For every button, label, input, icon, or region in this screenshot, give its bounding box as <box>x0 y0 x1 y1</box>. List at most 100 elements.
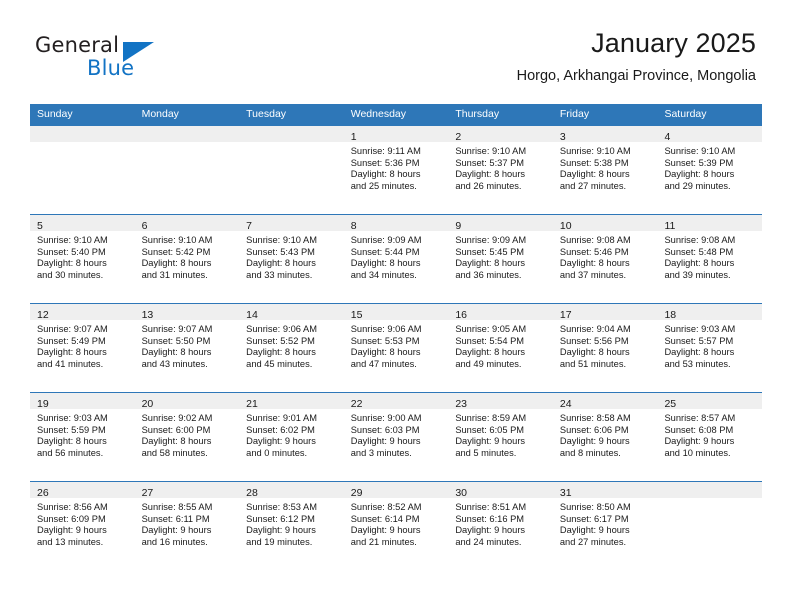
calendar-day-cell[interactable]: 2 Sunrise: 9:10 AM Sunset: 5:37 PM Daylight… <box>448 126 553 214</box>
calendar-day-cell[interactable]: 31 Sunrise: 8:50 AM Sunset: 6:17 PM Dayligh… <box>552 482 658 570</box>
calendar-day-cell[interactable]: 6 Sunrise: 9:10 AM Sunset: 5:42 PM Daylight… <box>134 215 240 303</box>
day-detail-line: and 13 minutes. <box>37 536 104 547</box>
calendar-day-cell[interactable]: 28 Sunrise: 8:53 AM Sunset: 6:12 PM Dayligh… <box>239 482 344 570</box>
calendar-day-cell[interactable]: 12 Sunrise: 9:07 AM Sunset: 5:49 PM Dayligh… <box>30 304 135 392</box>
day-detail-line: Daylight: 8 hours <box>141 436 212 447</box>
day-number: 26 <box>37 487 49 499</box>
day-number: 17 <box>559 309 572 321</box>
day-number: 28 <box>246 487 258 499</box>
day-detail-line: and 5 minutes. <box>455 447 517 458</box>
calendar-day-cell[interactable]: 7 Sunrise: 9:10 AM Sunset: 5:43 PM Daylight… <box>239 215 344 303</box>
day-detail-line: and 16 minutes. <box>141 536 208 547</box>
calendar-day-cell[interactable]: 22 Sunrise: 9:00 AM Sunset: 6:03 PM Dayligh… <box>343 393 449 481</box>
day-detail-line: Sunset: 5:59 PM <box>37 424 106 435</box>
day-number: 25 <box>664 398 677 410</box>
day-number: 11 <box>664 220 676 232</box>
calendar-day-cell[interactable]: 26 Sunrise: 8:56 AM Sunset: 6:09 PM Dayligh… <box>30 482 135 570</box>
day-detail-line: Daylight: 9 hours <box>559 525 630 536</box>
calendar-day-cell[interactable]: 29 Sunrise: 8:52 AM Sunset: 6:14 PM Dayligh… <box>343 482 449 570</box>
day-details: Sunrise: 9:10 AM Sunset: 5:38 PM Daylight:… <box>553 142 658 192</box>
day-detail-line: Daylight: 9 hours <box>141 525 212 536</box>
day-detail-line: Sunset: 5:44 PM <box>350 246 420 257</box>
page-title: January 2025 <box>591 28 756 58</box>
day-number-bar: 14 <box>239 304 344 321</box>
calendar-day-cell[interactable]: 13 Sunrise: 9:07 AM Sunset: 5:50 PM Dayligh… <box>134 304 240 392</box>
day-detail-line: Sunset: 5:57 PM <box>664 335 734 346</box>
day-number: 12 <box>37 309 49 321</box>
calendar-day-cell[interactable]: 8 Sunrise: 9:09 AM Sunset: 5:44 PM Daylight… <box>343 215 449 303</box>
day-detail-line: Sunrise: 9:09 AM <box>455 235 527 245</box>
day-details: Sunrise: 9:06 AM Sunset: 5:53 PM Daylight:… <box>344 320 449 370</box>
calendar-day-cell[interactable]: 24 Sunrise: 8:58 AM Sunset: 6:06 PM Dayligh… <box>552 393 658 481</box>
day-detail-line: Daylight: 8 hours <box>37 347 107 358</box>
calendar-day-cell[interactable]: 14 Sunrise: 9:06 AM Sunset: 5:52 PM Dayligh… <box>239 304 344 392</box>
day-detail-line: Sunset: 5:36 PM <box>350 157 420 168</box>
day-detail-line: Sunrise: 8:57 AM <box>664 413 736 423</box>
day-detail-line: Sunrise: 8:51 AM <box>455 502 527 512</box>
day-detail-line: Sunset: 6:09 PM <box>37 513 106 524</box>
day-details: Sunrise: 8:59 AM Sunset: 6:05 PM Daylight:… <box>448 409 553 459</box>
day-number: 3 <box>559 131 566 143</box>
calendar-day-cell[interactable]: 19 Sunrise: 9:03 AM Sunset: 5:59 PM Dayligh… <box>30 393 135 481</box>
calendar-day-cell[interactable]: 30 Sunrise: 8:51 AM Sunset: 6:16 PM Dayligh… <box>448 482 553 570</box>
day-detail-line: and 0 minutes. <box>246 447 308 458</box>
day-number-bar <box>657 482 763 498</box>
day-number-bar: 15 <box>343 304 449 321</box>
calendar-day-cell[interactable]: 20 Sunrise: 9:02 AM Sunset: 6:00 PM Dayligh… <box>134 393 240 481</box>
day-number: 13 <box>141 309 154 321</box>
day-details: Sunrise: 9:10 AM Sunset: 5:42 PM Daylight:… <box>135 231 240 281</box>
day-number-bar: 20 <box>134 393 240 410</box>
day-detail-line: Sunset: 5:45 PM <box>455 246 525 257</box>
calendar-day-cell[interactable]: 23 Sunrise: 8:59 AM Sunset: 6:05 PM Dayligh… <box>448 393 553 481</box>
day-number-bar: 22 <box>343 393 449 410</box>
day-detail-line: Sunrise: 9:07 AM <box>141 324 213 334</box>
calendar-day-cell[interactable]: 3 Sunrise: 9:10 AM Sunset: 5:38 PM Daylight… <box>552 126 658 214</box>
day-detail-line: Sunset: 6:11 PM <box>141 513 210 524</box>
calendar-day-cell[interactable]: 1 Sunrise: 9:11 AM Sunset: 5:36 PM Daylight… <box>343 126 449 214</box>
calendar-day-cell[interactable]: 17 Sunrise: 9:04 AM Sunset: 5:56 PM Dayligh… <box>552 304 658 392</box>
day-detail-line: Daylight: 8 hours <box>246 258 316 269</box>
day-detail-line: and 25 minutes. <box>350 180 417 191</box>
calendar-day-cell[interactable]: 10 Sunrise: 9:08 AM Sunset: 5:46 PM Dayligh… <box>552 215 658 303</box>
calendar-day-cell[interactable]: 27 Sunrise: 8:55 AM Sunset: 6:11 PM Dayligh… <box>134 482 240 570</box>
day-detail-line: Sunset: 6:02 PM <box>246 424 315 435</box>
day-detail-line: Sunset: 5:50 PM <box>141 335 211 346</box>
day-detail-line: Sunrise: 9:08 AM <box>664 235 736 245</box>
day-detail-line: Daylight: 8 hours <box>350 347 421 358</box>
calendar-day-cell[interactable]: 9 Sunrise: 9:09 AM Sunset: 5:45 PM Daylight… <box>448 215 553 303</box>
day-detail-line: Daylight: 8 hours <box>37 258 107 269</box>
day-detail-line: Sunrise: 9:06 AM <box>350 324 422 334</box>
day-detail-line: and 33 minutes. <box>246 269 313 280</box>
calendar-day-cell[interactable]: 11 Sunrise: 9:08 AM Sunset: 5:48 PM Dayligh… <box>657 215 763 303</box>
day-detail-line: Daylight: 8 hours <box>141 258 212 269</box>
calendar-day-cell[interactable]: 18 Sunrise: 9:03 AM Sunset: 5:57 PM Dayligh… <box>657 304 763 392</box>
day-number: 7 <box>246 220 252 232</box>
day-details: Sunrise: 9:06 AM Sunset: 5:52 PM Daylight:… <box>239 320 344 370</box>
day-number: 29 <box>350 487 363 499</box>
generalblue-logo[interactable]: General Blue <box>35 33 205 85</box>
calendar-week-row: 26 Sunrise: 8:56 AM Sunset: 6:09 PM Dayligh… <box>30 481 763 570</box>
day-details: Sunrise: 9:07 AM Sunset: 5:49 PM Daylight:… <box>30 320 135 370</box>
day-number: 15 <box>350 309 363 321</box>
day-detail-line: and 49 minutes. <box>455 358 522 369</box>
calendar-day-cell[interactable]: 15 Sunrise: 9:06 AM Sunset: 5:53 PM Dayligh… <box>343 304 449 392</box>
calendar-week-row: 1 Sunrise: 9:11 AM Sunset: 5:36 PM Daylight… <box>30 125 763 214</box>
calendar-day-cell[interactable]: 4 Sunrise: 9:10 AM Sunset: 5:39 PM Daylight… <box>657 126 763 214</box>
day-detail-line: and 53 minutes. <box>664 358 731 369</box>
calendar-empty-cell <box>134 126 240 214</box>
day-number: 6 <box>141 220 148 232</box>
day-detail-line: Daylight: 8 hours <box>350 169 421 180</box>
day-detail-line: Daylight: 8 hours <box>350 258 421 269</box>
weekday-header-sunday: Sunday <box>37 108 73 120</box>
calendar-day-cell[interactable]: 16 Sunrise: 9:05 AM Sunset: 5:54 PM Dayligh… <box>448 304 553 392</box>
calendar-grid: Sunday Monday Tuesday Wednesday Thursday Frid… <box>30 104 763 570</box>
day-number-bar: 18 <box>657 304 763 321</box>
day-details: Sunrise: 8:58 AM Sunset: 6:06 PM Daylight:… <box>553 409 658 459</box>
calendar-day-cell[interactable]: 21 Sunrise: 9:01 AM Sunset: 6:02 PM Dayligh… <box>239 393 344 481</box>
day-detail-line: Sunset: 5:39 PM <box>664 157 734 168</box>
day-detail-line: Sunset: 6:14 PM <box>350 513 420 524</box>
calendar-day-cell[interactable]: 25 Sunrise: 8:57 AM Sunset: 6:08 PM Dayligh… <box>657 393 763 481</box>
day-detail-line: and 3 minutes. <box>350 447 412 458</box>
day-detail-line: Sunrise: 9:09 AM <box>350 235 422 245</box>
calendar-day-cell[interactable]: 5 Sunrise: 9:10 AM Sunset: 5:40 PM Daylight… <box>30 215 135 303</box>
